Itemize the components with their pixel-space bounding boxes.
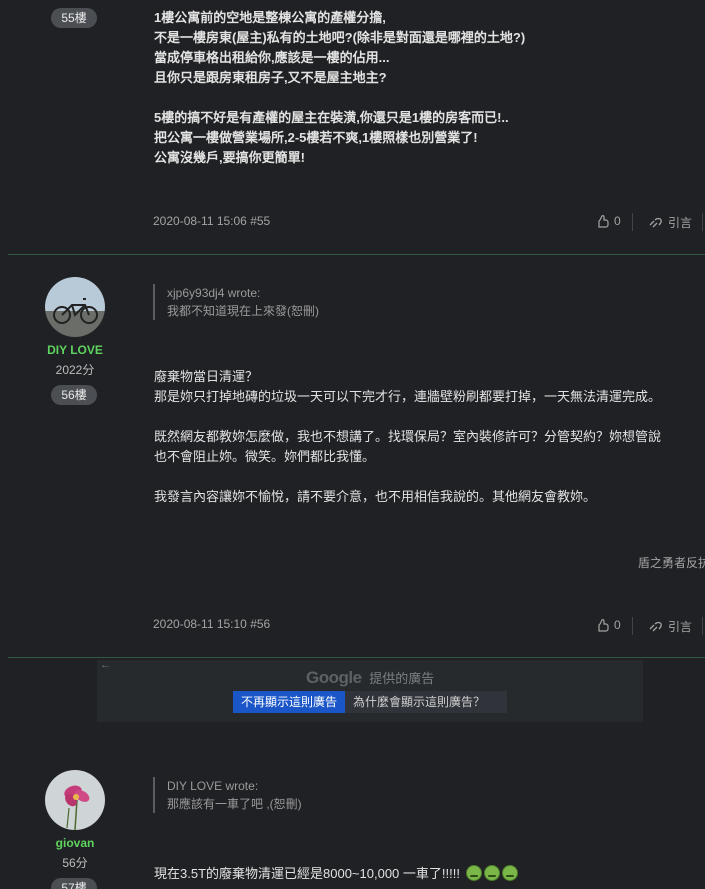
- user-points: 56分: [62, 856, 88, 870]
- post-56-content: 廢棄物當日清運？ 那是妳只打掉地磚的垃圾一天可以下完才行，連牆壁粉刷都要打掉，一…: [154, 367, 661, 507]
- quote-link-icon: [649, 621, 662, 631]
- like-hand-icon: [598, 214, 609, 228]
- like-hand-icon: [598, 618, 609, 632]
- post-56-quote-button[interactable]: 引言: [648, 618, 692, 635]
- post-55-line: 不是一樓房東(屋主)私有的土地吧?(除非是對面還是哪裡的土地?): [154, 30, 526, 45]
- post-55-content: 1樓公寓前的空地是整棟公寓的產權分擔, 不是一樓房東(屋主)私有的土地吧?(除非…: [154, 8, 525, 168]
- like-count: 0: [614, 214, 621, 228]
- quote-text: 那應該有一車了吧 ,(恕刪): [167, 797, 302, 811]
- sick-face-emoji-icon: [501, 865, 518, 881]
- post-55-line: 且你只是跟房東租房子,又不是屋主地主?: [154, 70, 387, 85]
- like-count: 0: [614, 618, 621, 632]
- floor-badge-56: 56樓: [51, 385, 97, 405]
- quote-text: 我都不知道現在上來發(恕刪): [167, 304, 319, 318]
- bicycle-avatar-image: [45, 277, 105, 337]
- post-57-line: 現在3.5T的廢棄物清運已經是8000~10,000 一車了!!!!!: [154, 864, 518, 884]
- post-divider: [8, 657, 705, 658]
- sick-face-emoji-icon: [465, 865, 482, 881]
- post-55-quote-button[interactable]: 引言: [648, 214, 692, 231]
- username[interactable]: giovan: [35, 836, 115, 850]
- user-points: 2022分: [55, 363, 95, 377]
- avatar[interactable]: [45, 770, 105, 830]
- post-55-line: 把公寓一樓做營業場所,2-5樓若不爽,1樓照樣也別營業了!: [154, 130, 478, 145]
- post-55-line: 當成停車格出租給你,應該是一樓的佔用...: [154, 50, 390, 65]
- google-logo: Google: [306, 668, 362, 687]
- post-divider: [8, 254, 705, 255]
- post-55-timestamp: 2020-08-11 15:06 #55: [153, 214, 271, 228]
- post-56-line: 我發言內容讓妳不愉悅，請不要介意，也不用相信我說的。其他網友會教妳。: [154, 489, 597, 504]
- post-56-like-button[interactable]: 0: [596, 618, 621, 632]
- ad-back-arrow[interactable]: ←: [100, 659, 111, 671]
- ad-provided-label: 提供的廣告: [369, 671, 435, 686]
- stop-ad-button[interactable]: 不再顯示這則廣告: [233, 691, 346, 713]
- username[interactable]: DIY LOVE: [35, 343, 115, 357]
- post-57-text: 現在3.5T的廢棄物清運已經是8000~10,000 一車了!!!!!: [154, 866, 460, 881]
- flower-avatar-image: [45, 770, 105, 830]
- floor-badge-57: 57樓: [51, 878, 97, 889]
- quote-author: xjp6y93dj4 wrote:: [167, 286, 261, 300]
- quote-block: xjp6y93dj4 wrote: 我都不知道現在上來發(恕刪): [153, 284, 319, 320]
- post-55-like-button[interactable]: 0: [596, 214, 621, 228]
- post-55-line: 1樓公寓前的空地是整棟公寓的產權分擔,: [154, 10, 386, 25]
- post-56-line: 廢棄物當日清運？: [154, 369, 259, 384]
- post-56-timestamp: 2020-08-11 15:10 #56: [153, 617, 271, 631]
- why-ad-button[interactable]: 為什麼會顯示這則廣告？: [345, 691, 507, 713]
- post-55-line: 5樓的搞不好是有產權的屋主在裝潢,你還只是1樓的房客而已!..: [154, 110, 509, 125]
- quote-block: DIY LOVE wrote: 那應該有一車了吧 ,(恕刪): [153, 777, 302, 813]
- post-55-line: 公寓沒幾戶,要搞你更簡單!: [154, 150, 305, 165]
- quote-label: 引言: [668, 216, 693, 230]
- sick-face-emoji-icon: [483, 865, 500, 881]
- avatar[interactable]: [45, 277, 105, 337]
- floor-badge-55: 55樓: [51, 8, 97, 28]
- signature: 盾之勇者反抗: [638, 556, 705, 570]
- post-56-line: 那是妳只打掉地磚的垃圾一天可以下完才行，連牆壁粉刷都要打掉，一天無法清運完成。: [154, 389, 662, 404]
- quote-link-icon: [649, 217, 662, 227]
- quote-label: 引言: [668, 620, 693, 634]
- post-56-line: 既然網友都教妳怎麼做，我也不想講了。找環保局？室內裝修許可？分管契約？妳想管說: [154, 429, 662, 444]
- quote-author: DIY LOVE wrote:: [167, 779, 259, 793]
- post-56-line: 也不會阻止妳。微笑。妳們都比我懂。: [154, 449, 376, 464]
- ad-header: Google 提供的廣告: [306, 668, 434, 688]
